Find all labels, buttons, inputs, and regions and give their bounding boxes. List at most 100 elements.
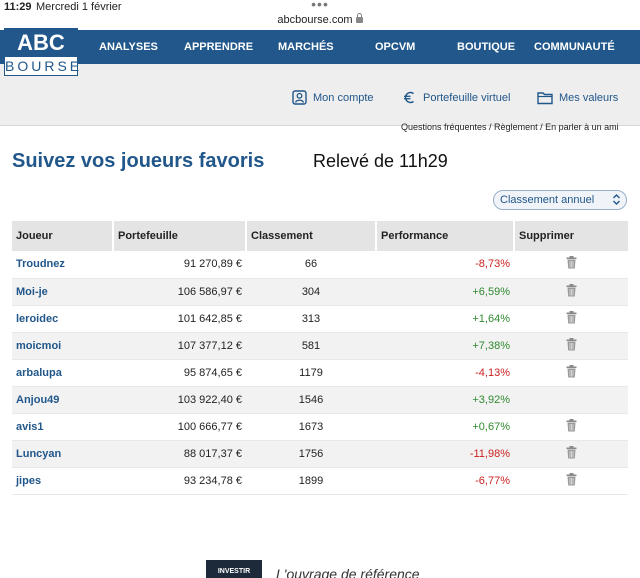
portfolio-value: 88 017,37 € (113, 440, 246, 468)
my-values-label: Mes valeurs (559, 91, 619, 104)
trash-icon[interactable] (566, 445, 577, 462)
url-text: abcbourse.com (277, 14, 353, 26)
portfolio-value: 100 666,77 € (113, 413, 246, 441)
lock-icon (355, 13, 363, 23)
header-delete: Supprimer (514, 221, 628, 251)
delete-cell (514, 359, 628, 387)
performance-value: +1,64% (376, 305, 514, 333)
performance-value: -6,77% (376, 467, 514, 495)
delete-cell (514, 467, 628, 495)
book-label: INVESTIR (217, 568, 251, 575)
portfolio-value: 101 642,85 € (113, 305, 246, 333)
my-account-label: Mon compte (313, 91, 374, 104)
players-table: Joueur Portefeuille Classement Performan… (12, 221, 628, 495)
virtual-portfolio-label: Portefeuille virtuel (423, 91, 511, 104)
portfolio-value: 91 270,89 € (113, 251, 246, 279)
player-name[interactable]: Luncyan (12, 440, 113, 468)
table-header-row: Joueur Portefeuille Classement Performan… (12, 221, 628, 251)
header-player[interactable]: Joueur (12, 221, 114, 251)
player-name[interactable]: moicmoi (12, 332, 113, 360)
nav-boutique[interactable]: BOUTIQUE (457, 30, 515, 64)
portfolio-value: 95 874,65 € (113, 359, 246, 387)
performance-value: -11,98% (376, 440, 514, 468)
table-row: Troudnez 91 270,89 €66 -8,73% (12, 251, 628, 279)
portfolio-value: 106 586,97 € (113, 278, 246, 306)
delete-cell (514, 305, 628, 333)
help-links[interactable]: Questions fréquentes / Règlement / En pa… (401, 122, 619, 132)
rank-value: 1673 (246, 413, 376, 441)
player-name[interactable]: Troudnez (12, 251, 113, 279)
nav-opcvm[interactable]: OPCVM (375, 30, 415, 64)
table-row: arbalupa 95 874,65 €1179 -4,13% (12, 359, 628, 387)
trash-icon[interactable] (566, 283, 577, 300)
promo-text[interactable]: L'ouvrage de référence (276, 566, 420, 578)
rank-value: 1899 (246, 467, 376, 495)
trash-icon[interactable] (566, 472, 577, 489)
user-square-icon (292, 90, 307, 105)
player-name[interactable]: avis1 (12, 413, 113, 441)
table-row: jipes 93 234,78 €1899 -6,77% (12, 467, 628, 495)
euro-circle-icon (404, 91, 414, 104)
player-name[interactable]: leroidec (12, 305, 113, 333)
table-row: moicmoi 107 377,12 €581 +7,38% (12, 332, 628, 360)
table-row: leroidec 101 642,85 €313 +1,64% (12, 305, 628, 333)
delete-cell (514, 386, 628, 414)
player-name[interactable]: jipes (12, 467, 113, 495)
ranking-select[interactable]: Classement annuel (493, 190, 627, 210)
browser-status-bar: 11:29 Mercredi 1 février ••• abcbourse.c… (0, 0, 640, 30)
rank-value: 581 (246, 332, 376, 360)
page-title: Suivez vos joueurs favoris (12, 150, 265, 172)
performance-value: -8,73% (376, 251, 514, 279)
my-account-link[interactable]: Mon compte (292, 90, 374, 105)
abc-bourse-logo[interactable]: ABC BOURSE (4, 28, 83, 76)
delete-cell (514, 440, 628, 468)
rank-value: 304 (246, 278, 376, 306)
delete-cell (514, 278, 628, 306)
address-bar[interactable]: abcbourse.com (0, 13, 640, 26)
table-row: Anjou49 103 922,40 €1546 +3,92% (12, 386, 628, 414)
table-row: Moi-je 106 586,97 €304 +6,59% (12, 278, 628, 306)
rank-value: 1546 (246, 386, 376, 414)
delete-cell (514, 413, 628, 441)
ranking-select-value: Classement annuel (500, 194, 595, 206)
trash-icon[interactable] (566, 337, 577, 354)
nav-communaute[interactable]: COMMUNAUTÉ (534, 30, 615, 64)
player-name[interactable]: arbalupa (12, 359, 113, 387)
tab-dots-icon[interactable]: ••• (0, 0, 640, 12)
folder-icon (537, 92, 553, 105)
trash-icon[interactable] (566, 418, 577, 435)
player-name[interactable]: Anjou49 (12, 386, 113, 414)
logo-abc: ABC (5, 29, 77, 57)
delete-cell (514, 332, 628, 360)
trash-icon[interactable] (566, 256, 577, 272)
performance-value: -4,13% (376, 359, 514, 387)
portfolio-value: 103 922,40 € (113, 386, 246, 414)
book-cover[interactable]: INVESTIR (206, 560, 262, 578)
performance-value: +0,67% (376, 413, 514, 441)
rank-value: 313 (246, 305, 376, 333)
rank-value: 1756 (246, 440, 376, 468)
nav-apprendre[interactable]: APPRENDRE (184, 30, 253, 64)
player-name[interactable]: Moi-je (12, 278, 113, 306)
performance-value: +6,59% (376, 278, 514, 306)
logo-bourse: BOURSE (5, 58, 83, 74)
performance-value: +3,92% (376, 386, 514, 414)
table-row: avis1 100 666,77 €1673 +0,67% (12, 413, 628, 441)
virtual-portfolio-link[interactable]: Portefeuille virtuel (402, 90, 510, 105)
chevron-updown-icon (612, 193, 621, 210)
portfolio-value: 107 377,12 € (113, 332, 246, 360)
header-portfolio[interactable]: Portefeuille (113, 221, 247, 251)
trash-icon[interactable] (566, 310, 577, 327)
performance-value: +7,38% (376, 332, 514, 360)
table-row: Luncyan 88 017,37 €1756 -11,98% (12, 440, 628, 468)
header-rank[interactable]: Classement (246, 221, 377, 251)
delete-cell (514, 251, 628, 279)
nav-analyses[interactable]: ANALYSES (99, 30, 158, 64)
header-performance[interactable]: Performance (376, 221, 515, 251)
portfolio-value: 93 234,78 € (113, 467, 246, 495)
trash-icon[interactable] (566, 364, 577, 381)
nav-marches[interactable]: MARCHÉS (278, 30, 334, 64)
releve-time: Relevé de 11h29 (313, 151, 448, 171)
rank-value: 66 (246, 251, 376, 279)
my-values-link[interactable]: Mes valeurs (537, 90, 618, 105)
